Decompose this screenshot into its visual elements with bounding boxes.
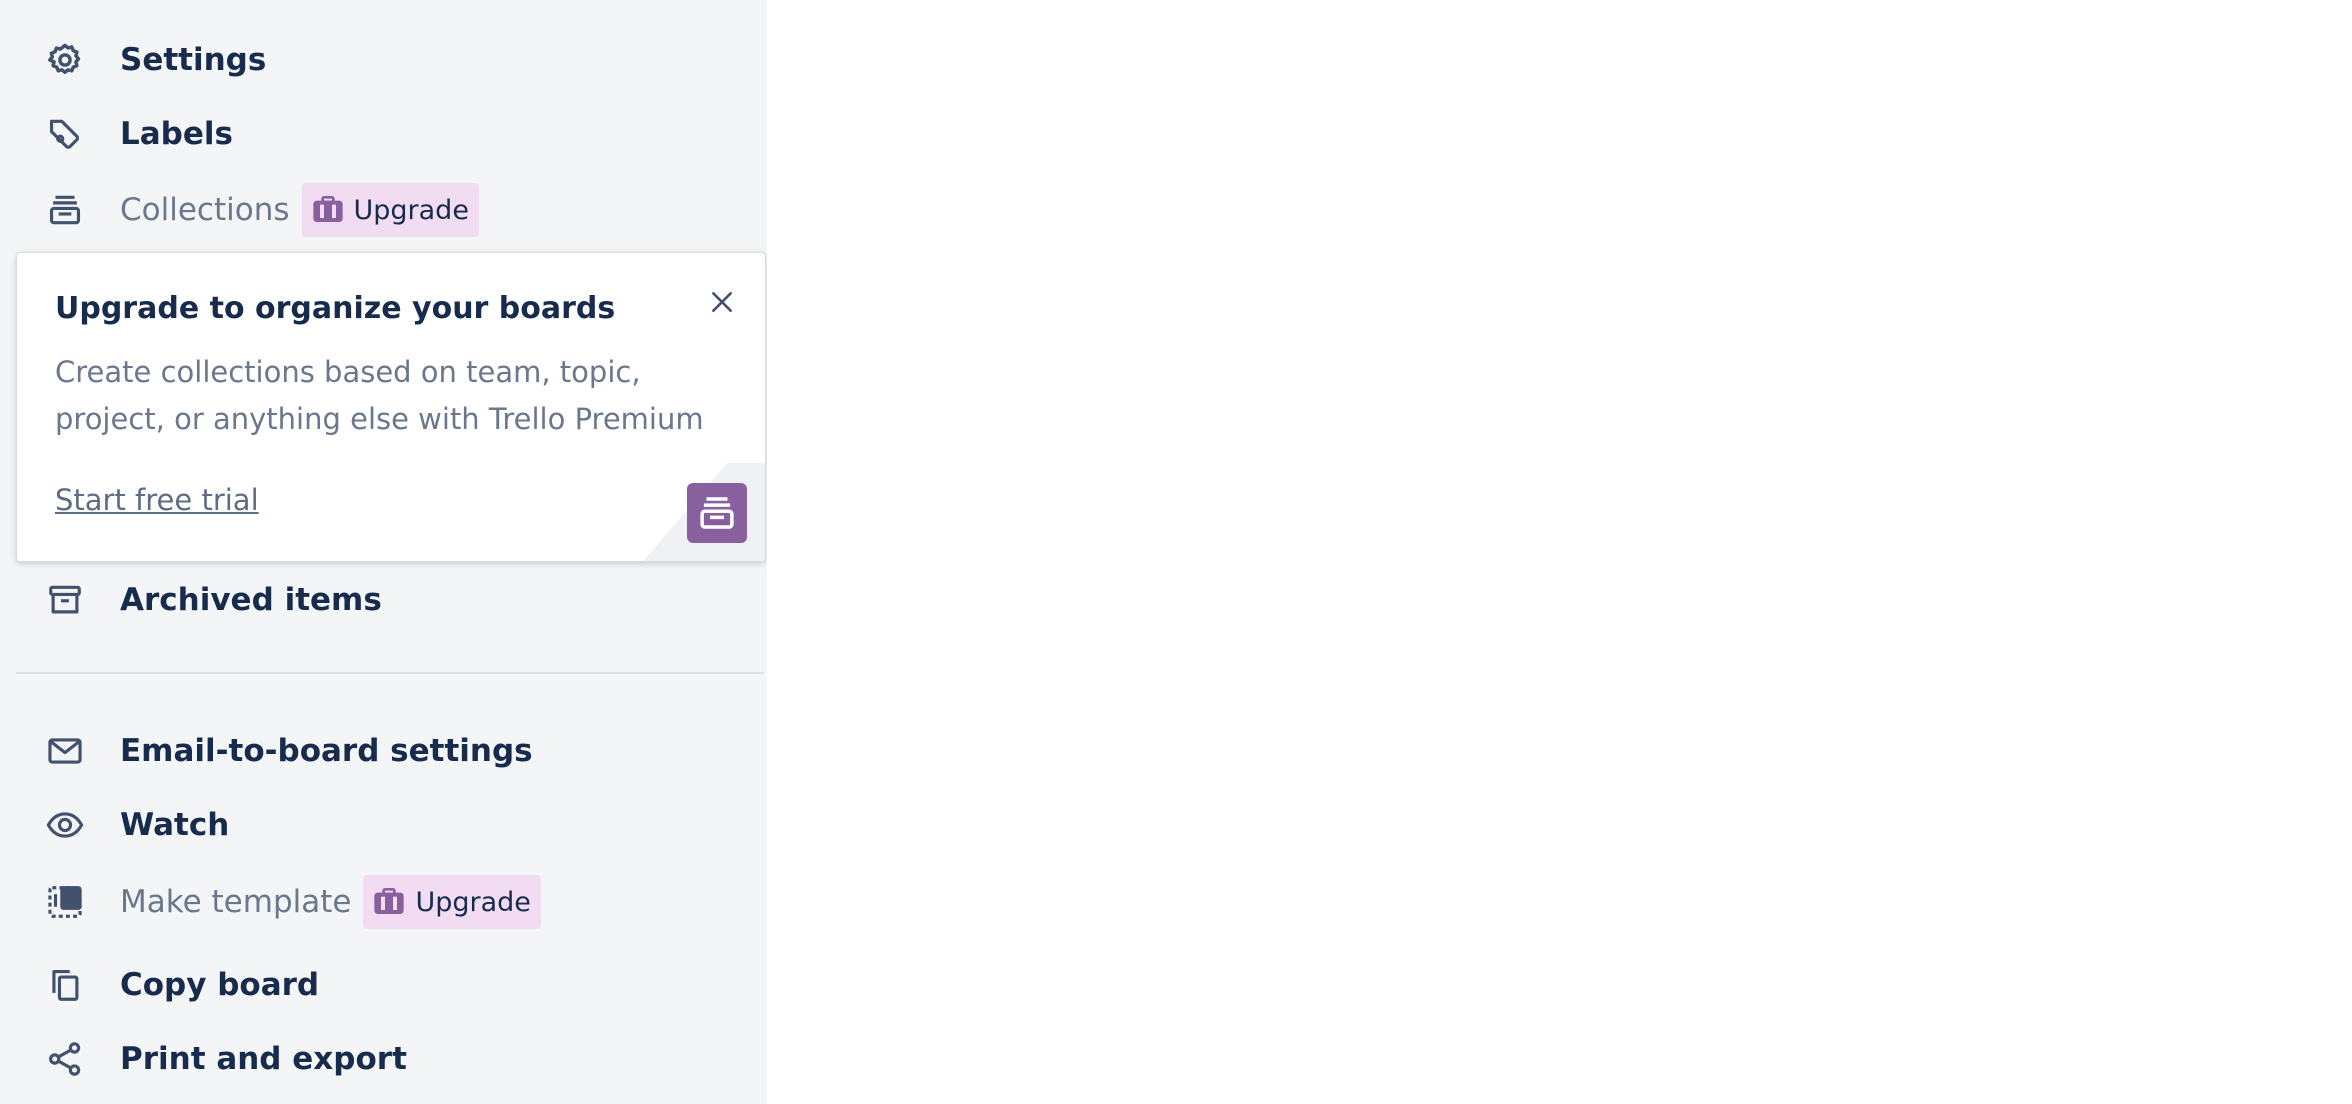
menu-item-watch-label: Watch [120,807,230,843]
menu-item-settings[interactable]: Settings [40,30,740,90]
menu-item-template-label: Make template [120,884,352,920]
template-icon [46,882,100,922]
collections-icon [46,190,100,230]
popup-close-button[interactable] [703,283,741,321]
menu-divider [16,672,764,674]
popup-description: Create collections based on team, topic,… [55,355,704,436]
menu-item-watch[interactable]: Watch [40,795,740,855]
menu-item-email-label: Email-to-board settings [120,733,533,769]
menu-item-print-label: Print and export [120,1041,407,1077]
tag-icon [46,114,100,154]
collections-illustration [687,483,747,543]
board-menu-sidebar: Settings Labels Collections Upgrade Arch… [0,0,767,1104]
menu-item-archived[interactable]: Archived items [40,570,740,630]
start-free-trial-link[interactable]: Start free trial [55,483,259,517]
popup-title: Upgrade to organize your boards [55,291,616,326]
gear-icon [46,40,100,80]
close-icon [712,292,732,312]
menu-item-labels[interactable]: Labels [40,104,740,164]
menu-item-email-to-board[interactable]: Email-to-board settings [40,721,740,781]
template-upgrade-label: Upgrade [415,886,531,918]
collections-upgrade-badge[interactable]: Upgrade [301,183,479,237]
app-root: Settings Labels Collections Upgrade Arch… [0,0,2352,1104]
menu-item-collections-label: Collections [120,192,290,228]
collections-upgrade-label: Upgrade [353,194,469,226]
menu-item-archived-label: Archived items [120,582,382,618]
copy-icon [46,965,100,1005]
menu-item-print-export[interactable]: Print and export [40,1029,740,1089]
menu-item-settings-label: Settings [120,42,267,78]
menu-item-copy-label: Copy board [120,967,320,1003]
menu-item-make-template[interactable]: Make template Upgrade [40,872,740,932]
collections-upgrade-popup: Upgrade to organize your boards Create c… [16,252,766,562]
share-icon [46,1039,100,1079]
menu-item-copy-board[interactable]: Copy board [40,955,740,1015]
template-upgrade-badge[interactable]: Upgrade [363,875,541,929]
envelope-icon [46,731,100,771]
menu-item-collections[interactable]: Collections Upgrade [40,180,740,240]
eye-icon [46,805,100,845]
menu-item-labels-label: Labels [120,116,233,152]
archive-icon [46,580,100,620]
collections-icon [700,497,734,529]
briefcase-icon [312,195,346,225]
briefcase-icon [373,887,407,917]
board-canvas [767,0,2352,1104]
